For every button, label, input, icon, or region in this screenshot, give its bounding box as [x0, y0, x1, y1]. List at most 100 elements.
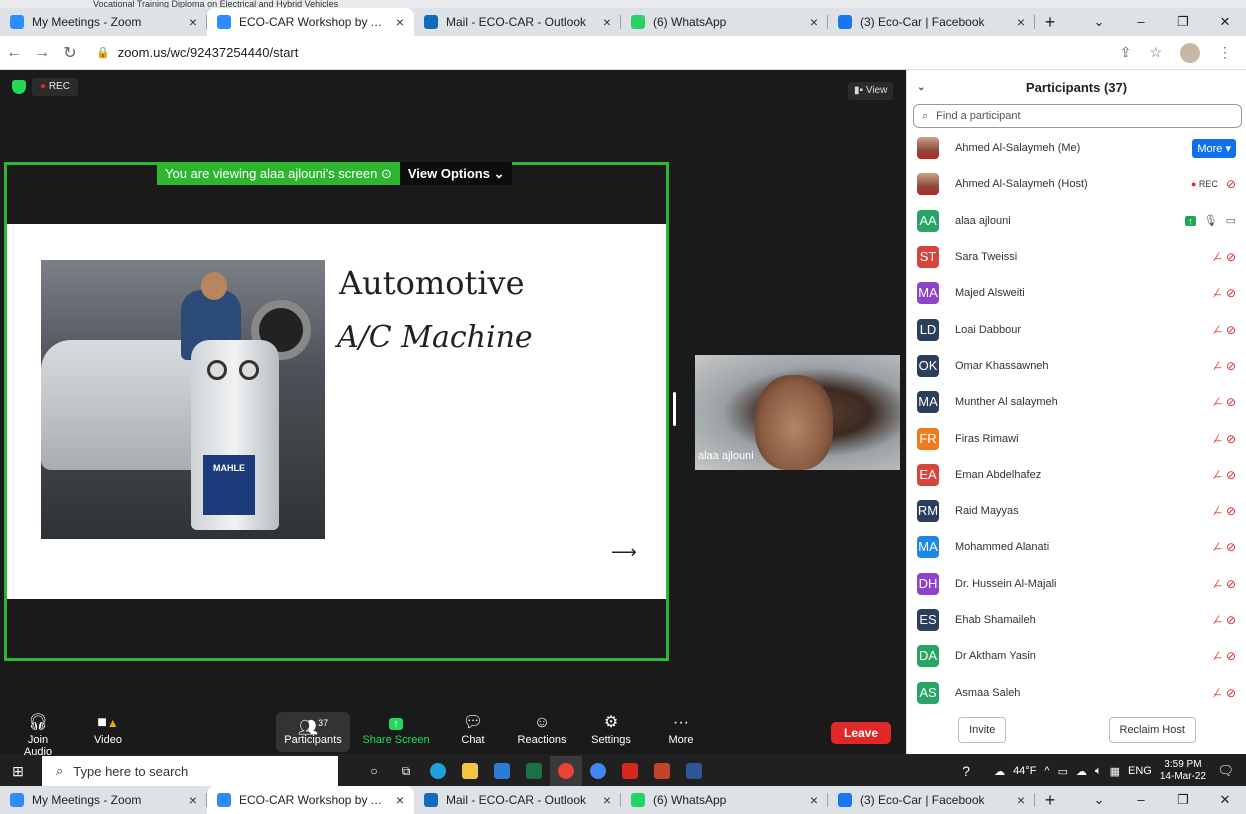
network-icon[interactable]: ▭	[1058, 765, 1068, 778]
word-icon[interactable]	[678, 756, 710, 786]
tab-close-icon[interactable]: ×	[189, 14, 197, 30]
resize-handle[interactable]	[673, 392, 676, 426]
profile-avatar[interactable]	[1180, 42, 1200, 63]
view-options-button[interactable]: View Options ⌄	[399, 162, 513, 185]
collapse-chevron-icon[interactable]: ⌄	[917, 82, 925, 93]
security-shield-icon[interactable]	[12, 80, 26, 94]
volume-icon[interactable]: 🔈︎	[1095, 765, 1102, 778]
weather-temp[interactable]: 44°F	[1013, 765, 1036, 777]
participant-row[interactable]: Ahmed Al-Salaymeh (Host) ● REC ⊘	[907, 166, 1246, 202]
invite-button[interactable]: Invite	[958, 717, 1007, 743]
bookmark-star-icon[interactable]: ☆	[1149, 44, 1162, 61]
chat-button[interactable]: 💬︎ Chat	[456, 712, 490, 752]
browser-tab[interactable]: ECO-CAR Workshop by ASU titl ×	[207, 8, 414, 36]
participant-row[interactable]: MA Majed Alsweiti ⁄̶ ⊘	[907, 275, 1246, 311]
participant-row[interactable]: DA Dr Aktham Yasin ⁄̶ ⊘	[907, 638, 1246, 674]
minimize-icon[interactable]: –	[1120, 786, 1162, 814]
close-window-icon[interactable]: ✕	[1204, 786, 1246, 814]
participant-row[interactable]: Ahmed Al-Salaymeh (Me) More ▾	[907, 130, 1246, 166]
forward-icon[interactable]: →	[28, 44, 56, 62]
more-button[interactable]: ··· More	[664, 712, 698, 752]
reactions-button[interactable]: ☺ Reactions	[514, 712, 570, 752]
clock[interactable]: 3:59 PM 14-Mar-22	[1160, 759, 1206, 783]
cortana-icon[interactable]: ○	[358, 756, 390, 786]
excel-icon[interactable]	[518, 756, 550, 786]
notifications-icon[interactable]: 🗨︎	[1217, 763, 1234, 779]
browser-tab[interactable]: ECO-CAR Workshop by ASU titl ×	[207, 786, 414, 814]
participant-status: ⁄̶ ⊘	[1216, 395, 1236, 409]
minimize-icon[interactable]: –	[1120, 8, 1162, 36]
back-icon[interactable]: ←	[0, 44, 28, 62]
tab-close-icon[interactable]: ×	[189, 792, 197, 808]
browser-tab[interactable]: (6) WhatsApp ×	[621, 8, 828, 36]
powerpoint-icon[interactable]	[646, 756, 678, 786]
tab-search-icon[interactable]: ⌄	[1078, 786, 1120, 814]
reload-icon[interactable]: ↻	[56, 43, 84, 63]
help-icon[interactable]: ?	[962, 763, 970, 779]
participant-row[interactable]: MA Munther Al salaymeh ⁄̶ ⊘	[907, 384, 1246, 420]
taskbar-search[interactable]: ⌕ Type here to search	[42, 756, 338, 786]
chrome-icon[interactable]	[550, 756, 582, 786]
edge-icon[interactable]	[422, 756, 454, 786]
browser-tab[interactable]: Mail - ECO-CAR - Outlook ×	[414, 786, 621, 814]
browser-tab[interactable]: My Meetings - Zoom ×	[0, 786, 207, 814]
participant-status: ⁄̶ ⊘	[1216, 649, 1236, 663]
tab-close-icon[interactable]: ×	[396, 14, 404, 30]
menu-dots-icon[interactable]: ⋮	[1218, 44, 1232, 61]
close-window-icon[interactable]: ✕	[1204, 8, 1246, 36]
store-icon[interactable]	[486, 756, 518, 786]
participant-search-input[interactable]: ⌕ Find a participant	[913, 104, 1242, 128]
file-explorer-icon[interactable]	[454, 756, 486, 786]
participant-row[interactable]: MA Mohammed Alanati ⁄̶ ⊘	[907, 529, 1246, 565]
new-tab-button[interactable]: +	[1035, 8, 1065, 36]
onedrive-icon[interactable]: ☁	[1076, 765, 1087, 778]
browser-tab[interactable]: Mail - ECO-CAR - Outlook ×	[414, 8, 621, 36]
browser-tab[interactable]: (3) Eco-Car | Facebook ×	[828, 786, 1035, 814]
reclaim-host-button[interactable]: Reclaim Host	[1108, 717, 1196, 743]
acrobat-icon[interactable]	[614, 756, 646, 786]
tab-close-icon[interactable]: ×	[1017, 792, 1025, 808]
tab-search-icon[interactable]: ⌄	[1078, 8, 1120, 36]
browser-tab[interactable]: (6) WhatsApp ×	[621, 786, 828, 814]
tab-close-icon[interactable]: ×	[603, 792, 611, 808]
windows-start-icon[interactable]: ⊞	[0, 763, 36, 780]
url-field[interactable]: 🔒 zoom.us/wc/92437254440/start	[96, 45, 1120, 60]
language-indicator[interactable]: ENG	[1128, 765, 1152, 777]
view-button[interactable]: ▮▪ View	[848, 82, 894, 100]
participant-status: ⁄̶ ⊘	[1216, 432, 1236, 446]
tab-close-icon[interactable]: ×	[603, 14, 611, 30]
search-placeholder: Find a participant	[936, 110, 1021, 122]
new-tab-button[interactable]: +	[1035, 786, 1065, 814]
recording-indicator[interactable]: ● REC	[32, 78, 78, 96]
input-icon[interactable]: ▦	[1110, 765, 1120, 778]
tab-close-icon[interactable]: ×	[810, 14, 818, 30]
tab-close-icon[interactable]: ×	[1017, 14, 1025, 30]
participant-row[interactable]: OK Omar Khassawneh ⁄̶ ⊘	[907, 348, 1246, 384]
participants-button[interactable]: 👥︎37 Participants	[276, 712, 350, 752]
participant-row[interactable]: AA alaa ajlouni ↑ 🎙︎ ▭	[907, 203, 1246, 239]
browser-tab[interactable]: My Meetings - Zoom ×	[0, 8, 207, 36]
browser-tab[interactable]: (3) Eco-Car | Facebook ×	[828, 8, 1035, 36]
restore-icon[interactable]: ❐	[1162, 8, 1204, 36]
tab-close-icon[interactable]: ×	[810, 792, 818, 808]
restore-icon[interactable]: ❐	[1162, 786, 1204, 814]
video-button[interactable]: ■▲ Video	[86, 712, 130, 752]
participant-video[interactable]: alaa ajlouni	[695, 355, 900, 470]
leave-button[interactable]: Leave	[831, 722, 891, 744]
tab-close-icon[interactable]: ×	[396, 792, 404, 808]
participant-more-button[interactable]: More ▾	[1192, 138, 1236, 158]
chrome-profile-icon[interactable]	[582, 756, 614, 786]
join-audio-button[interactable]: 🎧︎ Join Audio	[16, 712, 60, 758]
participant-row[interactable]: LD Loai Dabbour ⁄̶ ⊘	[907, 311, 1246, 347]
chevron-up-icon[interactable]: ^	[1044, 765, 1049, 777]
share-screen-button[interactable]: ↑ Share Screen	[362, 712, 430, 752]
participant-row[interactable]: FR Firas Rimawi ⁄̶ ⊘	[907, 420, 1246, 456]
participant-row[interactable]: DH Dr. Hussein Al-Majali ⁄̶ ⊘	[907, 566, 1246, 602]
participant-row[interactable]: ES Ehab Shamaileh ⁄̶ ⊘	[907, 602, 1246, 638]
participant-row[interactable]: RM Raid Mayyas ⁄̶ ⊘	[907, 493, 1246, 529]
participant-row[interactable]: ST Sara Tweissi ⁄̶ ⊘	[907, 239, 1246, 275]
share-icon[interactable]: ⇪	[1120, 44, 1132, 61]
settings-button[interactable]: ⚙ Settings	[590, 712, 632, 752]
participant-row[interactable]: EA Eman Abdelhafez ⁄̶ ⊘	[907, 457, 1246, 493]
task-view-icon[interactable]: ⧉	[390, 756, 422, 786]
